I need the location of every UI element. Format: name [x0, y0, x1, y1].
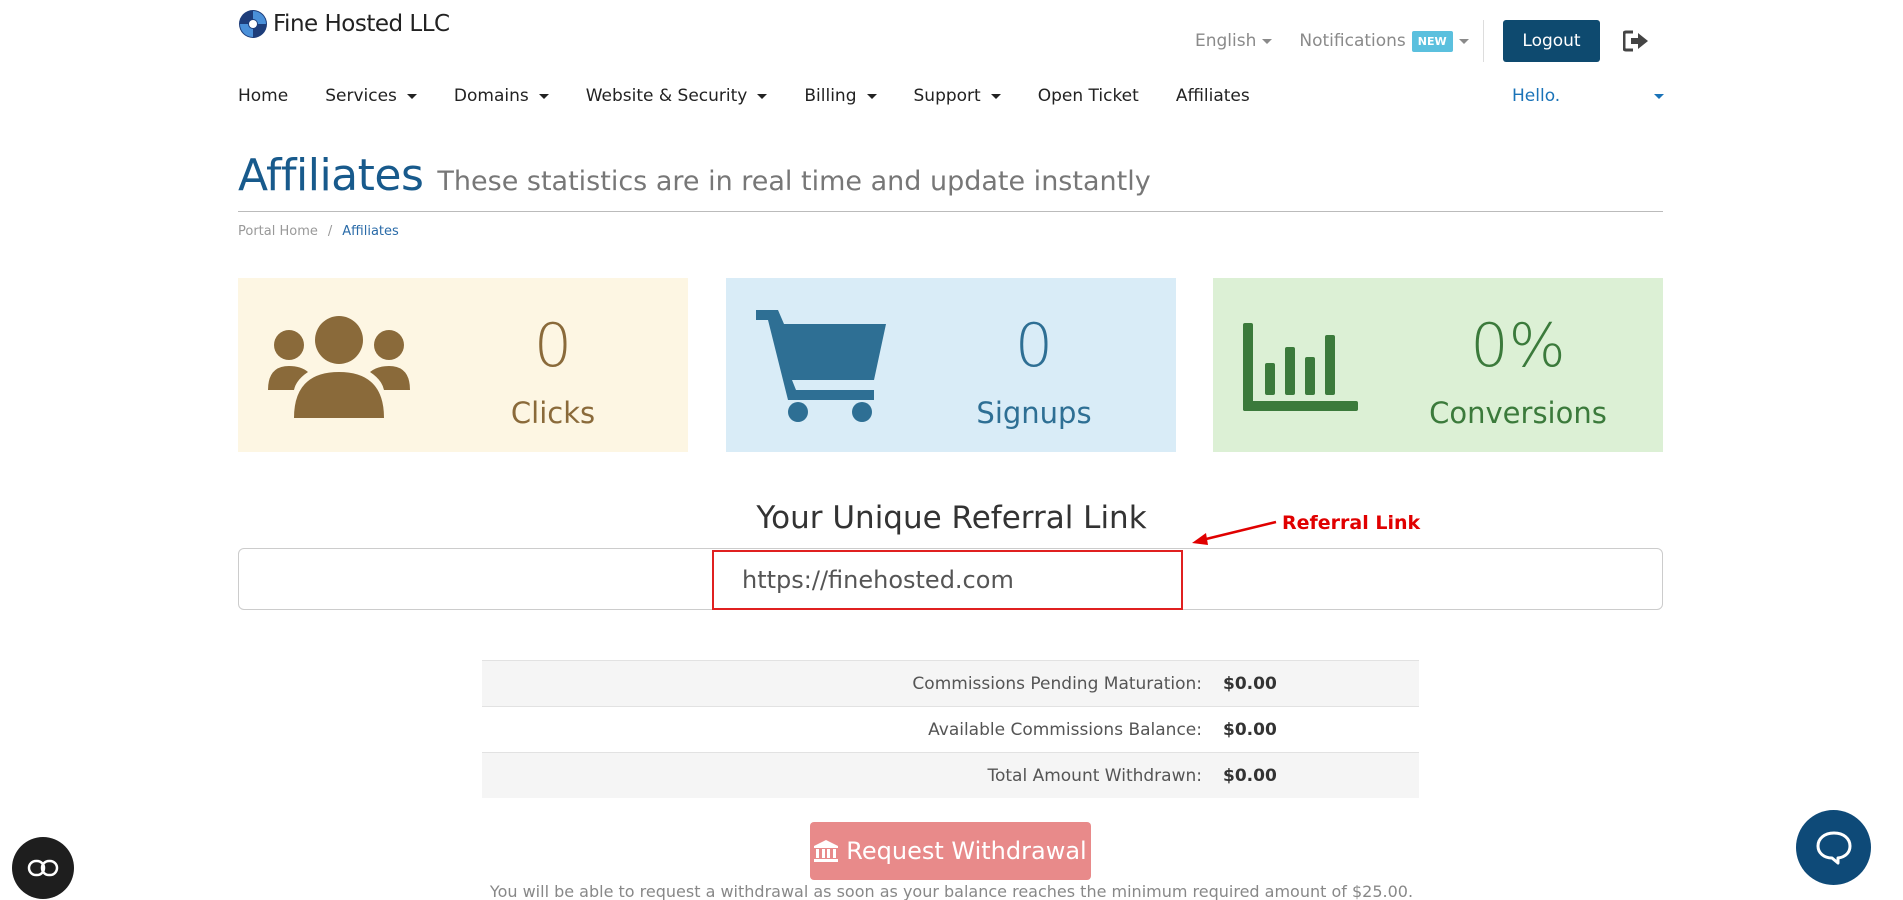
user-greeting: Hello. [1512, 86, 1561, 106]
nav-label: Website & Security [585, 86, 748, 106]
users-icon [268, 316, 410, 418]
bank-icon [814, 840, 839, 862]
chevron-down-icon [757, 93, 768, 99]
nav-domains[interactable]: Domains [454, 86, 549, 106]
conversions-label: Conversions [1429, 396, 1607, 430]
annotation-arrow-icon [1192, 520, 1277, 545]
accessibility-icon [27, 859, 59, 877]
nav-affiliates[interactable]: Affiliates [1176, 86, 1250, 106]
header-divider [1483, 20, 1484, 62]
commissions-table: Commissions Pending Maturation: $0.00 Av… [482, 660, 1419, 798]
language-label: English [1195, 31, 1257, 51]
commission-label: Commissions Pending Maturation: [912, 673, 1202, 694]
table-row: Total Amount Withdrawn: $0.00 [482, 752, 1419, 798]
nav-website-security[interactable]: Website & Security [586, 86, 768, 106]
commission-value: $0.00 [1223, 719, 1277, 740]
referral-heading: Your Unique Referral Link [756, 500, 1147, 536]
commission-label: Available Commissions Balance: [928, 719, 1202, 740]
nav-billing[interactable]: Billing [804, 86, 877, 106]
main-nav: Home Services Domains Website & Security… [238, 86, 1287, 106]
nav-support[interactable]: Support [914, 86, 1001, 106]
chevron-down-icon [1262, 38, 1273, 44]
breadcrumb: Portal Home / Affiliates [238, 224, 399, 239]
accessibility-toggle[interactable] [12, 837, 74, 899]
nav-label: Billing [804, 86, 857, 106]
signups-label: Signups [976, 396, 1092, 430]
chevron-down-icon [866, 93, 877, 99]
chat-bubble-icon [1816, 831, 1851, 864]
withdraw-note: You will be able to request a withdrawal… [489, 882, 1414, 900]
request-withdrawal-button[interactable]: Request Withdrawal [810, 822, 1091, 880]
withdraw-label: Request Withdrawal [846, 837, 1087, 865]
referral-link-field[interactable] [712, 550, 1183, 610]
sign-out-icon[interactable] [1622, 30, 1649, 56]
stat-signups: 0 Signups [726, 278, 1176, 452]
page-subtitle: These statistics are in real time and up… [437, 166, 1151, 197]
stat-conversions: 0% Conversions [1213, 278, 1663, 452]
nav-label: Open Ticket [1037, 86, 1139, 106]
chevron-down-icon [990, 93, 1001, 99]
user-menu[interactable]: Hello. [1512, 86, 1664, 106]
title-divider [238, 211, 1663, 212]
bar-chart-icon [1243, 323, 1358, 411]
chevron-down-icon [538, 93, 549, 99]
live-chat-button[interactable] [1796, 810, 1871, 885]
logo-mark-icon [239, 10, 267, 38]
chevron-down-icon [406, 93, 417, 99]
new-badge: NEW [1411, 30, 1453, 52]
conversions-value: 0% [1470, 311, 1566, 381]
chevron-down-icon [1458, 38, 1469, 44]
nav-open-ticket[interactable]: Open Ticket [1038, 86, 1139, 106]
notifications-label: Notifications [1299, 31, 1406, 51]
referral-annotation: Referral Link [1282, 512, 1421, 534]
page-header: Affiliates These statistics are in real … [238, 150, 1151, 201]
page-title: Affiliates [238, 150, 424, 201]
breadcrumb-affiliates: Affiliates [342, 224, 399, 239]
nav-home[interactable]: Home [238, 86, 288, 106]
commission-value: $0.00 [1223, 765, 1277, 786]
nav-label: Home [238, 86, 289, 106]
clicks-label: Clicks [510, 396, 596, 430]
logout-button[interactable]: Logout [1503, 20, 1600, 62]
nav-services[interactable]: Services [325, 86, 417, 106]
clicks-value: 0 [533, 311, 573, 381]
nav-label: Domains [453, 86, 529, 106]
cart-icon [756, 310, 886, 422]
nav-label: Affiliates [1175, 86, 1250, 106]
language-dropdown[interactable]: English [1195, 31, 1273, 51]
chevron-down-icon [1654, 93, 1664, 99]
stat-clicks: 0 Clicks [238, 278, 688, 452]
breadcrumb-separator: / [327, 224, 333, 239]
table-row: Available Commissions Balance: $0.00 [482, 706, 1419, 752]
table-row: Commissions Pending Maturation: $0.00 [482, 660, 1419, 706]
notifications-dropdown[interactable]: Notifications NEW [1299, 30, 1469, 52]
breadcrumb-portal-home[interactable]: Portal Home [238, 224, 318, 239]
nav-label: Services [325, 86, 397, 106]
commission-value: $0.00 [1223, 673, 1277, 694]
signups-value: 0 [1014, 311, 1054, 381]
nav-label: Support [913, 86, 981, 106]
logo-text: Fine Hosted LLC [273, 11, 450, 37]
commission-label: Total Amount Withdrawn: [987, 765, 1202, 786]
logo[interactable]: Fine Hosted LLC [238, 9, 450, 39]
